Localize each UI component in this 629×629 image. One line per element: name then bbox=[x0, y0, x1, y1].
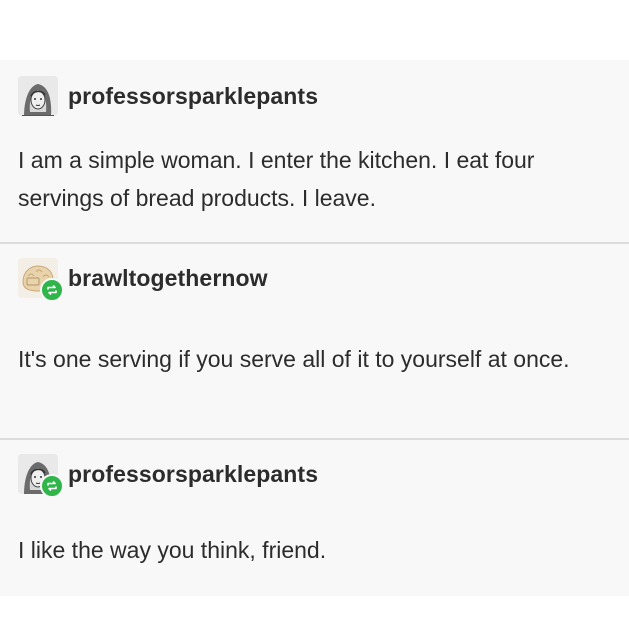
username[interactable]: professorsparklepants bbox=[68, 461, 318, 488]
post: professorsparklepants I am a simple woma… bbox=[0, 60, 629, 242]
avatar[interactable] bbox=[18, 76, 58, 116]
post-thread: professorsparklepants I am a simple woma… bbox=[0, 0, 629, 629]
reblog-badge bbox=[40, 278, 64, 302]
reblog-icon bbox=[47, 285, 57, 295]
avatar[interactable] bbox=[18, 258, 64, 302]
post-header: professorsparklepants bbox=[18, 454, 318, 498]
username[interactable]: brawltogethernow bbox=[68, 265, 268, 292]
post-header: brawltogethernow bbox=[18, 258, 268, 302]
post-header: professorsparklepants bbox=[18, 76, 318, 116]
reblog-icon bbox=[47, 481, 57, 491]
avatar[interactable] bbox=[18, 454, 64, 498]
post-text: I am a simple woman. I enter the kitchen… bbox=[18, 147, 535, 211]
sketch-portrait-icon bbox=[18, 76, 58, 116]
post-text: I like the way you think, friend. bbox=[18, 537, 327, 563]
post: brawltogethernow It's one serving if you… bbox=[0, 244, 629, 438]
reblog-badge bbox=[40, 474, 64, 498]
post-text: It's one serving if you serve all of it … bbox=[18, 346, 570, 372]
post: professorsparklepants I like the way you… bbox=[0, 440, 629, 596]
username[interactable]: professorsparklepants bbox=[68, 83, 318, 110]
